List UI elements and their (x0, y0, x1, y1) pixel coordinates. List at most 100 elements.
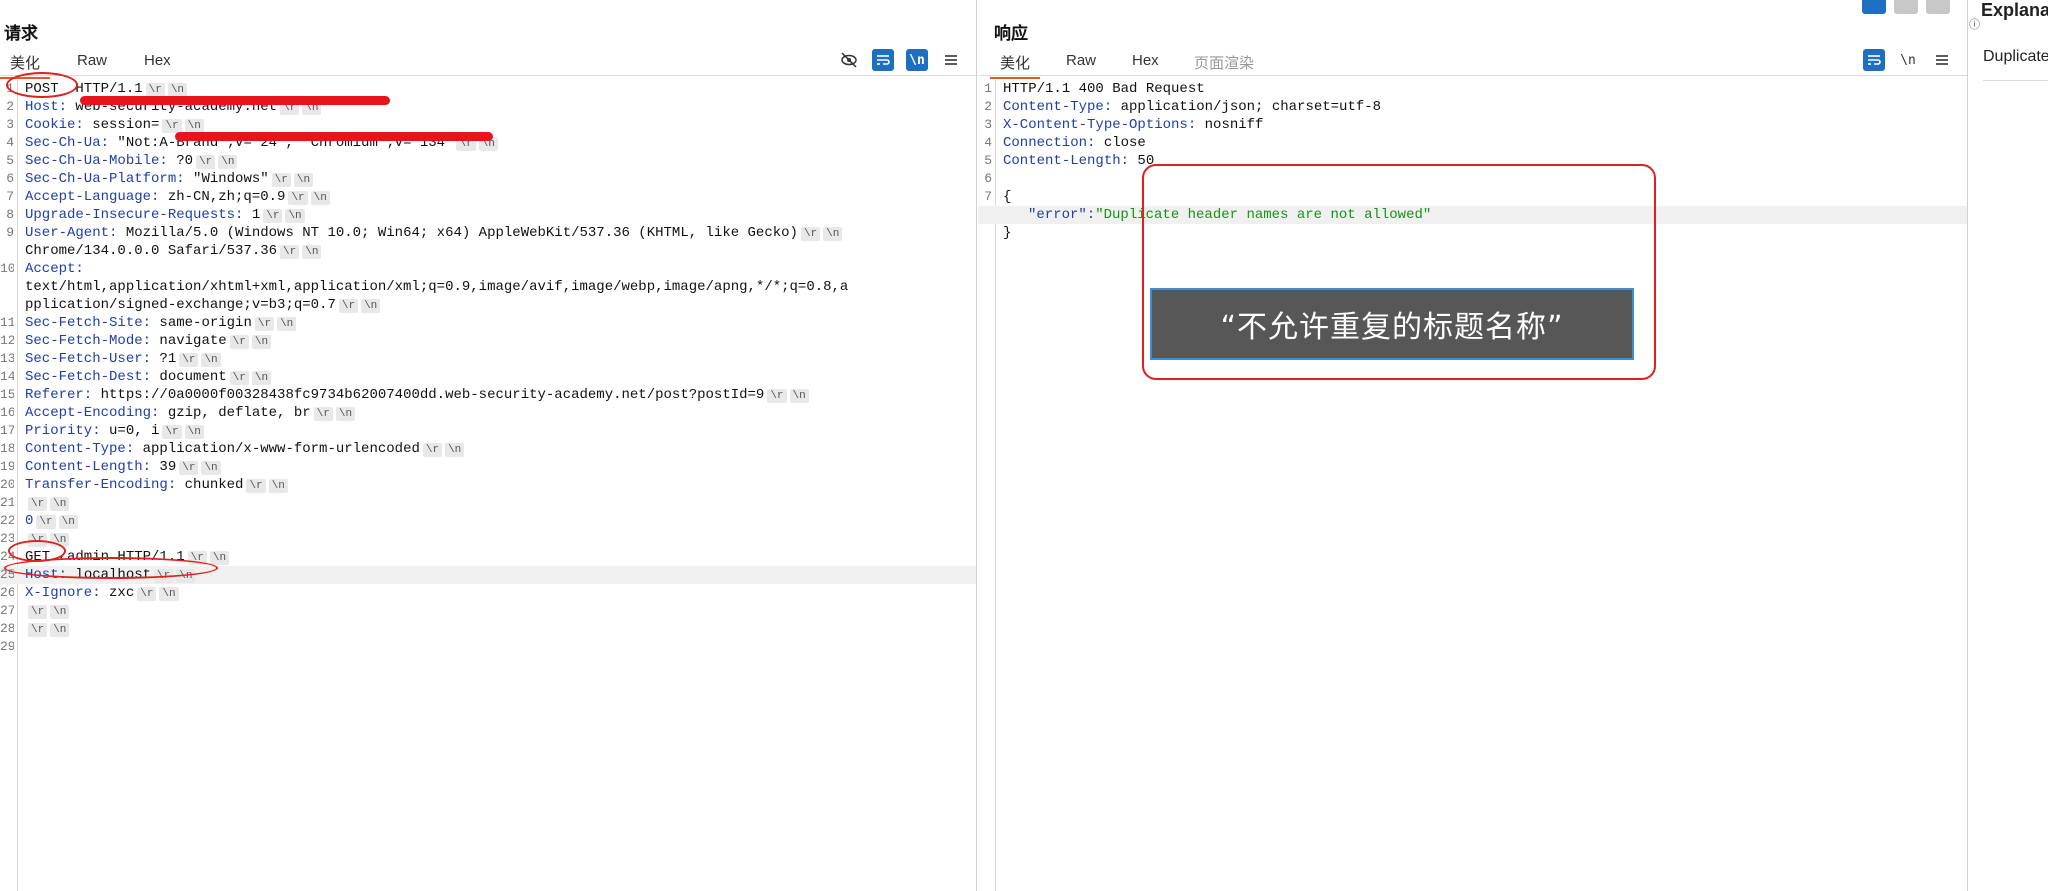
newline-icon[interactable]: \n (906, 49, 928, 71)
request-line: 8 Upgrade-Insecure-Requests: 1 \r \n (0, 206, 976, 224)
crlf-marker: \n (167, 83, 188, 97)
line-number: 17 (0, 423, 14, 438)
line-number: 12 (0, 333, 14, 348)
layout-single-icon[interactable] (1926, 0, 1950, 14)
response-title: 响应 (994, 24, 1028, 43)
crlf-marker: \r (137, 587, 157, 601)
crlf-marker: \n (50, 497, 70, 511)
crlf-marker: \r (313, 407, 333, 421)
request-line: text/html,application/xhtml+xml,applicat… (0, 278, 976, 296)
layout-split-icon[interactable] (1862, 0, 1886, 14)
line-code: Sec-Fetch-Site: same-origin \r \n (25, 314, 297, 332)
header-value: session= (83, 117, 160, 133)
tab-pretty[interactable]: 美化 (0, 52, 51, 79)
line-code: Accept: (25, 260, 84, 278)
header-name: Host: (25, 99, 68, 115)
crlf-marker: \r (767, 389, 787, 403)
tab-pretty[interactable]: 美化 (989, 52, 1041, 79)
header-name: Content-Length: (1003, 153, 1130, 169)
header-value: zxc (100, 585, 135, 601)
explanation-pane: Explana ⓘ Duplicate (1969, 0, 2048, 891)
line-code: text/html,application/xhtml+xml,applicat… (25, 278, 848, 296)
crlf-marker: \n (201, 461, 221, 475)
explanation-item[interactable]: Duplicate (1983, 48, 2048, 66)
newline-icon[interactable]: \n (1897, 49, 1919, 71)
crlf-marker: \n (201, 353, 221, 367)
header-value: application/x-www-form-urlencoded (134, 441, 420, 457)
line-number: 19 (0, 459, 14, 474)
wrap-icon[interactable] (1863, 49, 1885, 71)
line-code: Referer: https://0a0000f00328438fc9734b6… (25, 386, 809, 404)
line-number: 16 (0, 405, 14, 420)
tab-hex[interactable]: Hex (144, 52, 171, 69)
line-code: X-Content-Type-Options: nosniff (1003, 116, 1263, 134)
line-code: Upgrade-Insecure-Requests: 1 \r \n (25, 206, 305, 224)
wrap-icon[interactable] (872, 49, 894, 71)
crlf-marker: \r (196, 155, 216, 169)
crlf-marker: \r (271, 173, 291, 187)
line-number: 15 (0, 387, 14, 402)
header-value: HTTP/1.1 400 Bad Request (1003, 81, 1205, 97)
header-name: Connection: (1003, 135, 1096, 151)
line-code: Content-Length: 50 (1003, 152, 1154, 170)
crlf-marker: \r (179, 353, 199, 367)
hide-icon[interactable] (838, 49, 860, 71)
line-number: 14 (0, 369, 14, 384)
layout-horizontal-icon[interactable] (1894, 0, 1918, 14)
crlf-marker: \r (162, 425, 182, 439)
header-value: Mozilla/5.0 (Windows NT 10.0; Win64; x64… (117, 225, 798, 241)
menu-icon[interactable] (940, 49, 962, 71)
request-editor[interactable]: 1 POST HTTP/1.1 \r \n 2 Host: web-security-ac… (0, 72, 976, 891)
response-tabs: 美化 Raw Hex 页面渲染 (978, 48, 1967, 79)
header-name: Content-Type: (1003, 99, 1113, 115)
crlf-marker: \n (293, 173, 314, 187)
header-name: Transfer-Encoding: (25, 477, 177, 493)
header-name: Upgrade-Insecure-Requests: (25, 207, 244, 223)
request-pane: 请求 美化 Raw Hex \n 1 POST HTTP/1.1 \r \n 2 Host… (0, 0, 977, 891)
request-line: 5 Sec-Ch-Ua-Mobile: ?0 \r \n (0, 152, 976, 170)
tab-raw[interactable]: Raw (1066, 52, 1096, 69)
json-key: "error": (1028, 207, 1096, 223)
crlf-marker: \n (50, 605, 70, 619)
line-number: 5 (984, 153, 992, 168)
line-code: Content-Length: 39 \r \n (25, 458, 221, 476)
response-line: 3 X-Content-Type-Options: nosniff (978, 116, 1967, 134)
header-name: Priority: (25, 423, 101, 439)
crlf-marker: \n (285, 209, 305, 223)
header-value: document (151, 369, 227, 385)
line-code: 0 \r \n (25, 512, 78, 530)
request-line: 14 Sec-Fetch-Dest: document\r\n (0, 368, 976, 386)
crlf-marker: \r (229, 335, 249, 349)
menu-icon[interactable] (1931, 49, 1953, 71)
tab-hex[interactable]: Hex (1132, 52, 1159, 69)
crlf-marker: \n (310, 191, 330, 205)
request-line: 6 Sec-Ch-Ua-Platform: "Windows" \r \n (0, 170, 976, 188)
crlf-marker: \r (28, 497, 48, 511)
request-line: 17 Priority: u=0, i\r\n (0, 422, 976, 440)
line-number: 21 (0, 495, 14, 510)
header-name: Sec-Fetch-Mode: (25, 333, 152, 349)
response-pane: 响应 美化 Raw Hex 页面渲染 \n 1 HTTP/1.1 400 Bad … (978, 0, 1968, 891)
header-value: nosniff (1196, 117, 1264, 133)
header-name: Accept-Language: (25, 189, 160, 205)
request-line: 13 Sec-Fetch-User: ?1\r\n (0, 350, 976, 368)
crlf-marker: \r (338, 299, 359, 313)
crlf-marker: \r (280, 245, 300, 259)
line-code: Content-Type: application/x-www-form-url… (25, 440, 465, 458)
crlf-marker: \r (254, 317, 275, 331)
crlf-marker: \r (28, 605, 48, 619)
tab-raw[interactable]: Raw (77, 52, 107, 69)
crlf-marker: \n (277, 317, 297, 331)
info-icon[interactable]: ⓘ (1969, 16, 1980, 32)
crlf-marker: \n (251, 371, 272, 385)
request-line: 20 Transfer-Encoding: chunked\r\n (0, 476, 976, 494)
line-code: User-Agent: Mozilla/5.0 (Windows NT 10.0… (25, 224, 843, 242)
request-line: 27 \r\n (0, 602, 976, 620)
line-number: 13 (0, 351, 14, 366)
request-line: 10 Accept: (0, 260, 976, 278)
crlf-marker: \n (302, 245, 322, 259)
tab-render[interactable]: 页面渲染 (1194, 52, 1254, 73)
line-code: Sec-Fetch-Dest: document \r \n (25, 368, 272, 386)
header-name: X-Ignore: (25, 585, 101, 601)
crlf-marker: \n (184, 119, 204, 133)
